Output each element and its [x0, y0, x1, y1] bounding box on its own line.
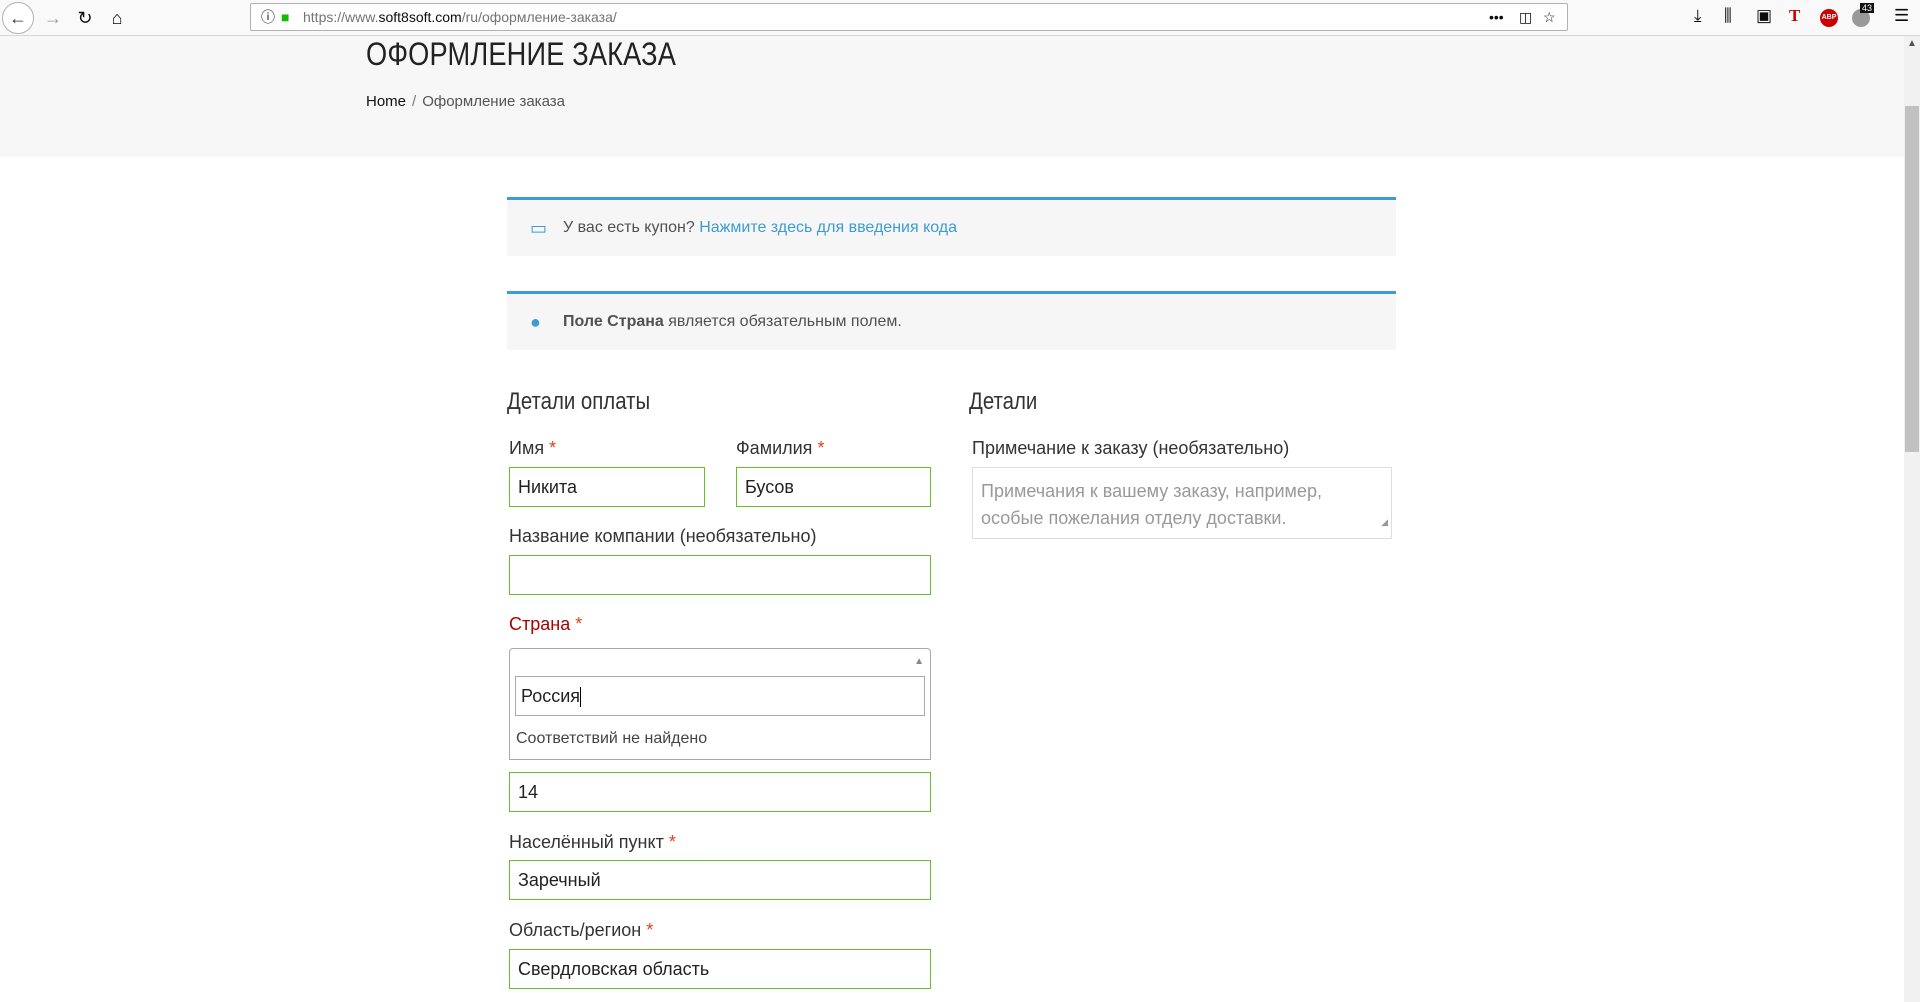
order-notes-textarea[interactable]: Примечания к вашему заказу, например, ос…: [972, 467, 1392, 539]
address-input[interactable]: 14: [509, 772, 931, 812]
no-results-message: Соответствий не найдено: [516, 730, 708, 747]
resize-grip-icon[interactable]: ◢: [1381, 509, 1388, 536]
breadcrumb: Home / Оформление заказа: [366, 93, 565, 110]
city-input[interactable]: Заречный: [509, 860, 931, 900]
company-input[interactable]: [509, 555, 931, 595]
last-name-label: Фамилия *: [736, 438, 824, 459]
window-icon: ▭: [530, 218, 548, 238]
company-label: Название компании (необязательно): [509, 526, 817, 546]
error-message: является обязательным полем.: [668, 313, 902, 330]
url-path: /ru/оформление-заказа/: [461, 9, 617, 25]
pocket-icon[interactable]: ◫: [1519, 4, 1532, 30]
home-icon: ⌂: [111, 7, 123, 28]
details-title: Детали: [969, 388, 1038, 415]
sidebar-icon[interactable]: ▣: [1756, 6, 1772, 26]
url-prefix: https://www.: [303, 9, 379, 25]
scrollbar-thumb[interactable]: [1905, 106, 1919, 452]
page-title: ОФОРМЛЕНИЕ ЗАКАЗА: [366, 36, 677, 72]
required-mark: *: [817, 438, 825, 458]
region-label: Область/регион *: [509, 920, 653, 941]
breadcrumb-home[interactable]: Home: [366, 93, 406, 110]
scroll-up-icon[interactable]: ▲: [1904, 38, 1920, 52]
city-label: Населённый пункт *: [509, 832, 676, 853]
city-label-text: Населённый пункт: [509, 832, 664, 852]
info-circle-icon: ●: [530, 312, 541, 332]
last-name-label-text: Фамилия: [736, 438, 813, 458]
last-name-input[interactable]: Бусов: [736, 467, 931, 507]
page-header: ОФОРМЛЕНИЕ ЗАКАЗА Home / Оформление заказа: [0, 36, 1904, 157]
first-name-label-text: Имя: [509, 438, 545, 458]
coupon-link[interactable]: Нажмите здесь для введения кода: [699, 219, 957, 236]
first-name-label: Имя *: [509, 438, 556, 459]
info-icon[interactable]: ⓘ: [261, 4, 275, 30]
reload-icon: ↻: [77, 7, 93, 28]
library-icon[interactable]: ⫼: [1724, 6, 1732, 26]
coupon-question: У вас есть купон?: [563, 219, 695, 236]
breadcrumb-current: Оформление заказа: [422, 93, 565, 110]
forward-button[interactable]: →: [38, 3, 68, 33]
required-mark: *: [549, 438, 557, 458]
country-search-input[interactable]: Россия: [515, 676, 925, 716]
first-name-input[interactable]: Никита: [509, 467, 705, 507]
page-actions-icon[interactable]: •••: [1489, 4, 1504, 30]
arrow-left-icon: ←: [9, 7, 27, 28]
required-mark: *: [575, 614, 583, 634]
required-mark: *: [668, 832, 676, 852]
order-notes-label: Примечание к заказу (необязательно): [972, 438, 1290, 458]
error-field-name: Поле Страна: [563, 313, 664, 330]
downloads-icon[interactable]: ⤓: [1694, 6, 1702, 26]
region-input[interactable]: Свердловская область: [509, 949, 931, 989]
coupon-notice-text: У вас есть купон? Нажмите здесь для введ…: [563, 200, 957, 256]
country-search-text: Россия: [521, 686, 581, 706]
required-mark: *: [646, 920, 654, 940]
menu-icon[interactable]: ☰: [1894, 6, 1909, 26]
arrow-right-icon: →: [44, 7, 62, 28]
region-label-text: Область/регион: [509, 920, 642, 940]
url-text: https://www.soft8soft.com/ru/оформление-…: [303, 4, 617, 30]
bookmark-star-icon[interactable]: ☆: [1543, 4, 1556, 30]
country-label: Страна *: [509, 614, 582, 635]
url-host: soft8soft.com: [378, 9, 462, 25]
country-label-text: Страна: [509, 614, 571, 634]
error-notice: ● Поле Страна является обязательным поле…: [507, 291, 1396, 350]
extension-badge: 43: [1860, 3, 1875, 13]
breadcrumb-separator: /: [412, 93, 417, 110]
order-notes-placeholder: Примечания к вашему заказу, например, ос…: [981, 481, 1322, 528]
home-button[interactable]: ⌂: [102, 3, 132, 33]
browser-toolbar: ← → ↻ ⌂ ⓘ ■ https://www.soft8soft.com/ru…: [0, 0, 1920, 36]
text-cursor: [580, 687, 582, 708]
reload-button[interactable]: ↻: [70, 3, 100, 33]
billing-title: Детали оплаты: [507, 388, 651, 415]
error-notice-text: Поле Страна является обязательным полем.: [563, 294, 902, 350]
caret-up-icon: ▲: [914, 656, 924, 667]
coupon-notice: ▭ У вас есть купон? Нажмите здесь для вв…: [507, 197, 1396, 256]
adblock-icon[interactable]: ABP: [1820, 9, 1838, 27]
country-select[interactable]: ▲ Россия Соответствий не найдено: [509, 648, 931, 760]
t-extension-icon[interactable]: T: [1789, 6, 1800, 26]
lock-icon[interactable]: ■: [281, 4, 289, 30]
address-bar[interactable]: ⓘ ■ https://www.soft8soft.com/ru/оформле…: [250, 3, 1568, 31]
back-button[interactable]: ←: [2, 2, 34, 34]
